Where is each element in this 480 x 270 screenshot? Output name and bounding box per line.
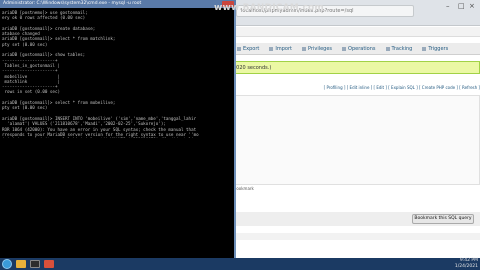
cmd-taskbar-icon[interactable] bbox=[30, 260, 40, 268]
tab-privileges-label: Privileges bbox=[307, 46, 333, 52]
query-success-message: 0020 seconds.) bbox=[228, 61, 480, 74]
tab-triggers[interactable]: Triggers bbox=[417, 43, 453, 54]
minimize-icon[interactable]: – bbox=[446, 2, 450, 10]
tab-export[interactable]: Export bbox=[232, 43, 264, 54]
tab-operations-label: Operations bbox=[348, 46, 376, 52]
browser-taskbar-icon[interactable] bbox=[44, 260, 54, 268]
tab-import-label: Import bbox=[275, 46, 292, 52]
cmd-output-line: 'sim','name_mbe','tanggal_lahir','alamat… bbox=[2, 137, 234, 138]
tab-export-label: Export bbox=[243, 46, 260, 52]
close-icon[interactable]: × bbox=[469, 2, 475, 10]
import-icon bbox=[269, 46, 274, 51]
start-button[interactable] bbox=[2, 259, 12, 269]
sql-query-box[interactable] bbox=[228, 95, 480, 185]
export-icon bbox=[237, 46, 241, 51]
command-prompt-window[interactable]: Administrator: C:\Windows\system32\cmd.e… bbox=[0, 0, 236, 258]
cmd-title: Administrator: C:\Windows\system32\cmd.e… bbox=[3, 1, 142, 6]
triggers-icon bbox=[422, 46, 427, 51]
tab-operations[interactable]: Operations bbox=[337, 43, 381, 54]
tab-privileges[interactable]: Privileges bbox=[297, 43, 337, 54]
footer-row bbox=[232, 233, 480, 240]
cmd-title-bar[interactable]: Administrator: C:\Windows\system32\cmd.e… bbox=[0, 0, 236, 8]
taskbar: 9:42 PM 1/24/2021 bbox=[0, 258, 480, 270]
query-action-links[interactable]: [ Profiling ] [ Edit inline ] [ Edit ] [… bbox=[228, 85, 480, 93]
phpmyadmin-tabs: Export Import Privileges Operations Trac… bbox=[218, 43, 480, 55]
privileges-icon bbox=[301, 46, 306, 51]
clock-date: 1/24/2021 bbox=[454, 263, 478, 269]
bookmark-query-button[interactable]: Bookmark this SQL query bbox=[412, 214, 474, 224]
desktop-screen: localhost/phpmyadmin/index.php?route=/sq… bbox=[0, 0, 480, 270]
folder-icon[interactable] bbox=[16, 260, 26, 268]
tab-triggers-label: Triggers bbox=[428, 46, 449, 52]
system-clock[interactable]: 9:42 PM 1/24/2021 bbox=[440, 258, 478, 270]
tab-tracking[interactable]: Tracking bbox=[381, 43, 418, 54]
tracking-icon bbox=[385, 46, 390, 51]
recorder-watermark: www.BANDICAM.com bbox=[214, 3, 325, 13]
phpmyadmin-breadcrumb-bar bbox=[218, 27, 480, 37]
maximize-icon[interactable]: □ bbox=[458, 2, 465, 10]
tab-tracking-label: Tracking bbox=[391, 46, 413, 52]
operations-icon bbox=[342, 46, 347, 51]
tab-import[interactable]: Import bbox=[264, 43, 297, 54]
cmd-output[interactable]: ariaDB [postnemo]> use gostonmail; ery ok… bbox=[2, 10, 234, 138]
